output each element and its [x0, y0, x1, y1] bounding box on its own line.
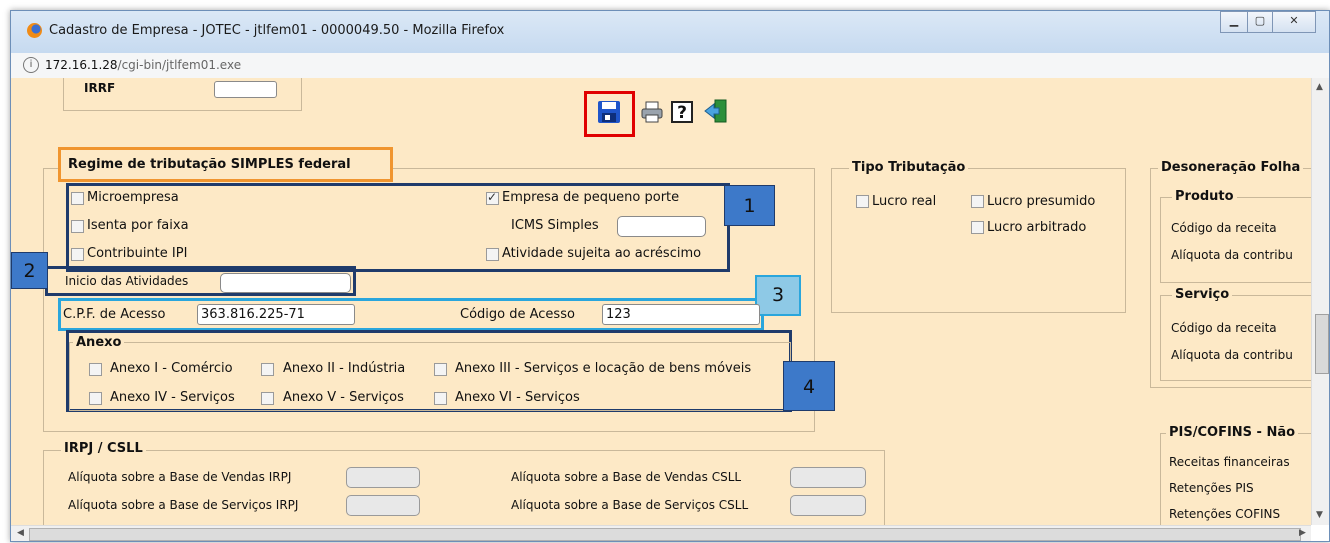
- tipo-tributacao-legend: Tipo Tributação: [849, 160, 969, 175]
- irrf-label: IRRF: [84, 81, 116, 95]
- inicio-atividades-input[interactable]: [220, 273, 351, 293]
- vertical-scroll-thumb[interactable]: [1315, 314, 1329, 374]
- scroll-down-icon[interactable]: ▼: [1316, 510, 1323, 520]
- scroll-right-icon[interactable]: ▶: [1299, 528, 1306, 538]
- produto-group: [1160, 197, 1311, 283]
- title-bar: Cadastro de Empresa - JOTEC - jtlfem01 -…: [11, 11, 1329, 54]
- svg-text:?: ?: [677, 103, 687, 123]
- irpj-csll-group: [43, 450, 885, 525]
- window-title: Cadastro de Empresa - JOTEC - jtlfem01 -…: [49, 23, 505, 38]
- lucro-arbitrado-label: Lucro arbitrado: [987, 220, 1087, 235]
- servico-aliquota-label: Alíquota da contribu: [1171, 348, 1293, 362]
- help-icon[interactable]: ?: [670, 100, 694, 124]
- servico-legend: Serviço: [1172, 287, 1233, 302]
- isenta-faixa-label: Isenta por faixa: [87, 218, 189, 233]
- servicos-csll-input[interactable]: [790, 495, 866, 516]
- anexo-ii-checkbox[interactable]: [261, 363, 274, 376]
- servicos-irpj-label: Alíquota sobre a Base de Serviços IRPJ: [68, 498, 299, 512]
- isenta-faixa-checkbox[interactable]: [71, 220, 84, 233]
- cpf-input[interactable]: 363.816.225-71: [197, 304, 355, 325]
- lucro-presumido-label: Lucro presumido: [987, 194, 1096, 209]
- anexo-vi-checkbox[interactable]: [434, 392, 447, 405]
- microempresa-label: Microempresa: [87, 190, 179, 205]
- anexo-iii-checkbox[interactable]: [434, 363, 447, 376]
- cpf-label: C.P.F. de Acesso: [63, 307, 166, 322]
- lucro-real-checkbox[interactable]: [856, 195, 869, 208]
- atividade-sujeita-label: Atividade sujeita ao acréscimo: [502, 246, 702, 261]
- atividade-sujeita-checkbox[interactable]: [486, 248, 499, 261]
- pequeno-porte-checkbox[interactable]: [486, 190, 499, 205]
- irrf-field[interactable]: [214, 81, 277, 98]
- produto-legend: Produto: [1172, 189, 1237, 204]
- pis-cofins-legend: PIS/COFINS - Não: [1166, 425, 1299, 440]
- simples-legend: Regime de tributação SIMPLES federal: [68, 157, 351, 172]
- retencoes-cofins-label: Retenções COFINS: [1169, 507, 1281, 521]
- anexo-iii-label: Anexo III - Serviços e locação de bens m…: [455, 361, 752, 376]
- retencoes-pis-label: Retenções PIS: [1169, 481, 1254, 495]
- scroll-up-icon[interactable]: ▲: [1316, 82, 1323, 92]
- anexo-iv-label: Anexo IV - Serviços: [110, 390, 235, 405]
- produto-aliquota-label: Alíquota da contribu: [1171, 248, 1293, 262]
- lucro-presumido-checkbox[interactable]: [971, 195, 984, 208]
- anexo-i-checkbox[interactable]: [89, 363, 102, 376]
- microempresa-checkbox[interactable]: [71, 192, 84, 205]
- vertical-scrollbar[interactable]: ▲ ▼: [1311, 78, 1329, 525]
- vendas-irpj-label: Alíquota sobre a Base de Vendas IRPJ: [68, 470, 292, 484]
- anexo-i-label: Anexo I - Comércio: [110, 361, 233, 376]
- pequeno-porte-label: Empresa de pequeno porte: [502, 190, 680, 205]
- save-icon[interactable]: [597, 100, 621, 124]
- badge-2: 2: [11, 252, 48, 289]
- produto-codigo-label: Código da receita: [1171, 221, 1277, 235]
- anexo-v-checkbox[interactable]: [261, 392, 274, 405]
- info-icon[interactable]: i: [23, 57, 39, 73]
- page-content: IRRF ? Regime de tributação SIMPLES fede…: [11, 78, 1311, 525]
- irpj-csll-legend: IRPJ / CSLL: [61, 441, 146, 456]
- url-text[interactable]: 172.16.1.28/cgi-bin/jtlfem01.exe: [45, 58, 241, 72]
- maximize-button[interactable]: ▢: [1247, 11, 1273, 33]
- anexo-vi-label: Anexo VI - Serviços: [455, 390, 580, 405]
- codigo-acesso-label: Código de Acesso: [460, 307, 575, 322]
- contribuinte-ipi-label: Contribuinte IPI: [87, 246, 188, 261]
- servicos-irpj-input[interactable]: [346, 495, 420, 516]
- codigo-acesso-input[interactable]: 123: [602, 304, 760, 325]
- lucro-arbitrado-checkbox[interactable]: [971, 221, 984, 234]
- anexo-v-label: Anexo V - Serviços: [283, 390, 404, 405]
- badge-1: 1: [724, 185, 775, 226]
- anexo-iv-checkbox[interactable]: [89, 392, 102, 405]
- scroll-left-icon[interactable]: ◀: [17, 528, 24, 538]
- vendas-irpj-input[interactable]: [346, 467, 420, 488]
- exit-icon[interactable]: [703, 98, 729, 124]
- servico-group: [1160, 295, 1311, 381]
- receitas-financeiras-label: Receitas financeiras: [1169, 455, 1290, 469]
- desoneracao-legend: Desoneração Folha: [1158, 160, 1304, 175]
- servico-codigo-label: Código da receita: [1171, 321, 1277, 335]
- anexo-legend: Anexo: [73, 335, 125, 350]
- address-bar[interactable]: i 172.16.1.28/cgi-bin/jtlfem01.exe: [11, 53, 1329, 79]
- icms-simples-label: ICMS Simples: [511, 218, 599, 233]
- badge-4: 4: [783, 361, 835, 411]
- vendas-csll-label: Alíquota sobre a Base de Vendas CSLL: [511, 470, 742, 484]
- horizontal-scrollbar[interactable]: ◀ ▶: [11, 525, 1311, 541]
- print-icon[interactable]: [640, 100, 664, 124]
- badge-3: 3: [755, 275, 801, 316]
- inicio-atividades-label: Inicio das Atividades: [65, 274, 189, 288]
- lucro-real-label: Lucro real: [872, 194, 937, 209]
- anexo-ii-label: Anexo II - Indústria: [283, 361, 406, 376]
- tipo-tributacao-group: [831, 168, 1126, 313]
- icms-simples-input[interactable]: [617, 216, 706, 237]
- firefox-icon: [27, 23, 42, 38]
- horizontal-scroll-thumb[interactable]: [29, 528, 1301, 541]
- browser-window: Cadastro de Empresa - JOTEC - jtlfem01 -…: [10, 10, 1330, 542]
- contribuinte-ipi-checkbox[interactable]: [71, 248, 84, 261]
- close-button[interactable]: ✕: [1272, 11, 1316, 33]
- vendas-csll-input[interactable]: [790, 467, 866, 488]
- servicos-csll-label: Alíquota sobre a Base de Serviços CSLL: [511, 498, 749, 512]
- minimize-button[interactable]: ▁: [1220, 11, 1248, 33]
